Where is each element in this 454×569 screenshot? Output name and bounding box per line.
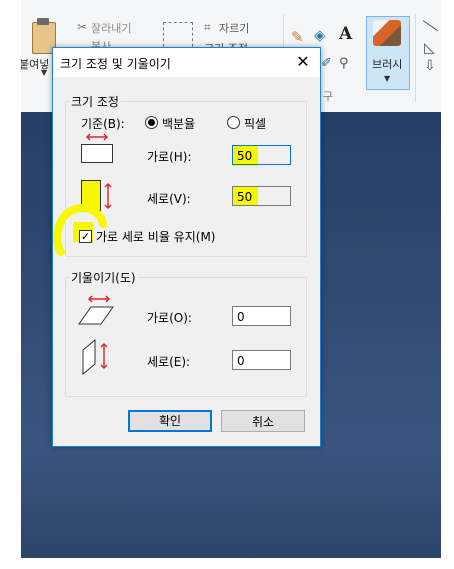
percent-label[interactable]: 백분율 — [162, 115, 195, 132]
color-picker-icon[interactable]: ✐ — [321, 56, 332, 71]
pencil-icon[interactable]: ✎ — [291, 28, 304, 46]
cancel-button[interactable]: 취소 — [221, 410, 305, 432]
skew-horizontal-label: 가로(O): — [147, 311, 192, 325]
ribbon-separator — [415, 14, 416, 102]
dialog-title: 크기 조정 및 기울이기 — [60, 57, 171, 71]
close-icon[interactable]: ✕ — [291, 51, 315, 73]
brush-dropdown-icon[interactable]: ▼ — [384, 74, 390, 83]
text-icon[interactable]: A — [339, 24, 352, 44]
resize-horizontal-icon — [81, 133, 113, 163]
tools-group-label: 구 — [323, 90, 334, 103]
magnifier-icon[interactable]: ⚲ — [339, 56, 349, 71]
paste-clip-icon — [37, 18, 49, 25]
cut-icon[interactable]: ✂ — [77, 20, 87, 34]
resize-horizontal-input[interactable]: 50 — [232, 145, 291, 165]
pixel-label[interactable]: 픽셀 — [244, 115, 266, 132]
skew-vertical-input[interactable]: 0 — [232, 350, 291, 370]
pixel-radio[interactable] — [227, 116, 240, 129]
keep-ratio-label[interactable]: 가로 세로 비율 유지(M) — [96, 228, 215, 245]
line-shape-icon[interactable] — [422, 20, 439, 32]
resize-horizontal-label: 가로(H): — [147, 150, 192, 164]
keep-ratio-checkbox[interactable]: ✓ — [79, 230, 92, 243]
skew-vertical-icon — [82, 338, 108, 376]
brush-button-label[interactable]: 브러시 — [372, 56, 402, 72]
brush-icon — [373, 20, 401, 46]
arrow-shape-icon[interactable]: ⇩ — [424, 58, 436, 74]
resize-vertical-label: 세로(V): — [147, 192, 191, 206]
fill-icon[interactable]: ◈ — [314, 26, 326, 44]
resize-group-label: 크기 조정 — [69, 93, 121, 110]
crop-button-label[interactable]: 자르기 — [219, 20, 249, 36]
skew-vertical-label: 세로(E): — [147, 355, 191, 369]
skew-group-label: 기울이기(도) — [69, 269, 138, 286]
crop-icon[interactable]: ⌗ — [204, 20, 211, 35]
resize-vertical-input[interactable]: 50 — [232, 186, 291, 206]
dialog-titlebar[interactable]: 크기 조정 및 기울이기 ✕ — [53, 48, 320, 77]
skew-horizontal-input[interactable]: 0 — [232, 306, 291, 326]
paste-dropdown-icon[interactable]: ▼ — [41, 68, 47, 77]
basis-label: 기준(B): — [81, 117, 125, 131]
triangle-shape-icon[interactable]: ◺ — [424, 40, 435, 56]
ok-button[interactable]: 확인 — [128, 410, 212, 432]
skew-horizontal-icon — [78, 295, 114, 325]
resize-skew-dialog: 크기 조정 및 기울이기 ✕ 크기 조정 기준(B): 백분율 픽셀 가로(H)… — [52, 47, 321, 447]
percent-radio[interactable] — [145, 116, 158, 129]
cut-button-label[interactable]: 잘라내기 — [91, 20, 131, 36]
